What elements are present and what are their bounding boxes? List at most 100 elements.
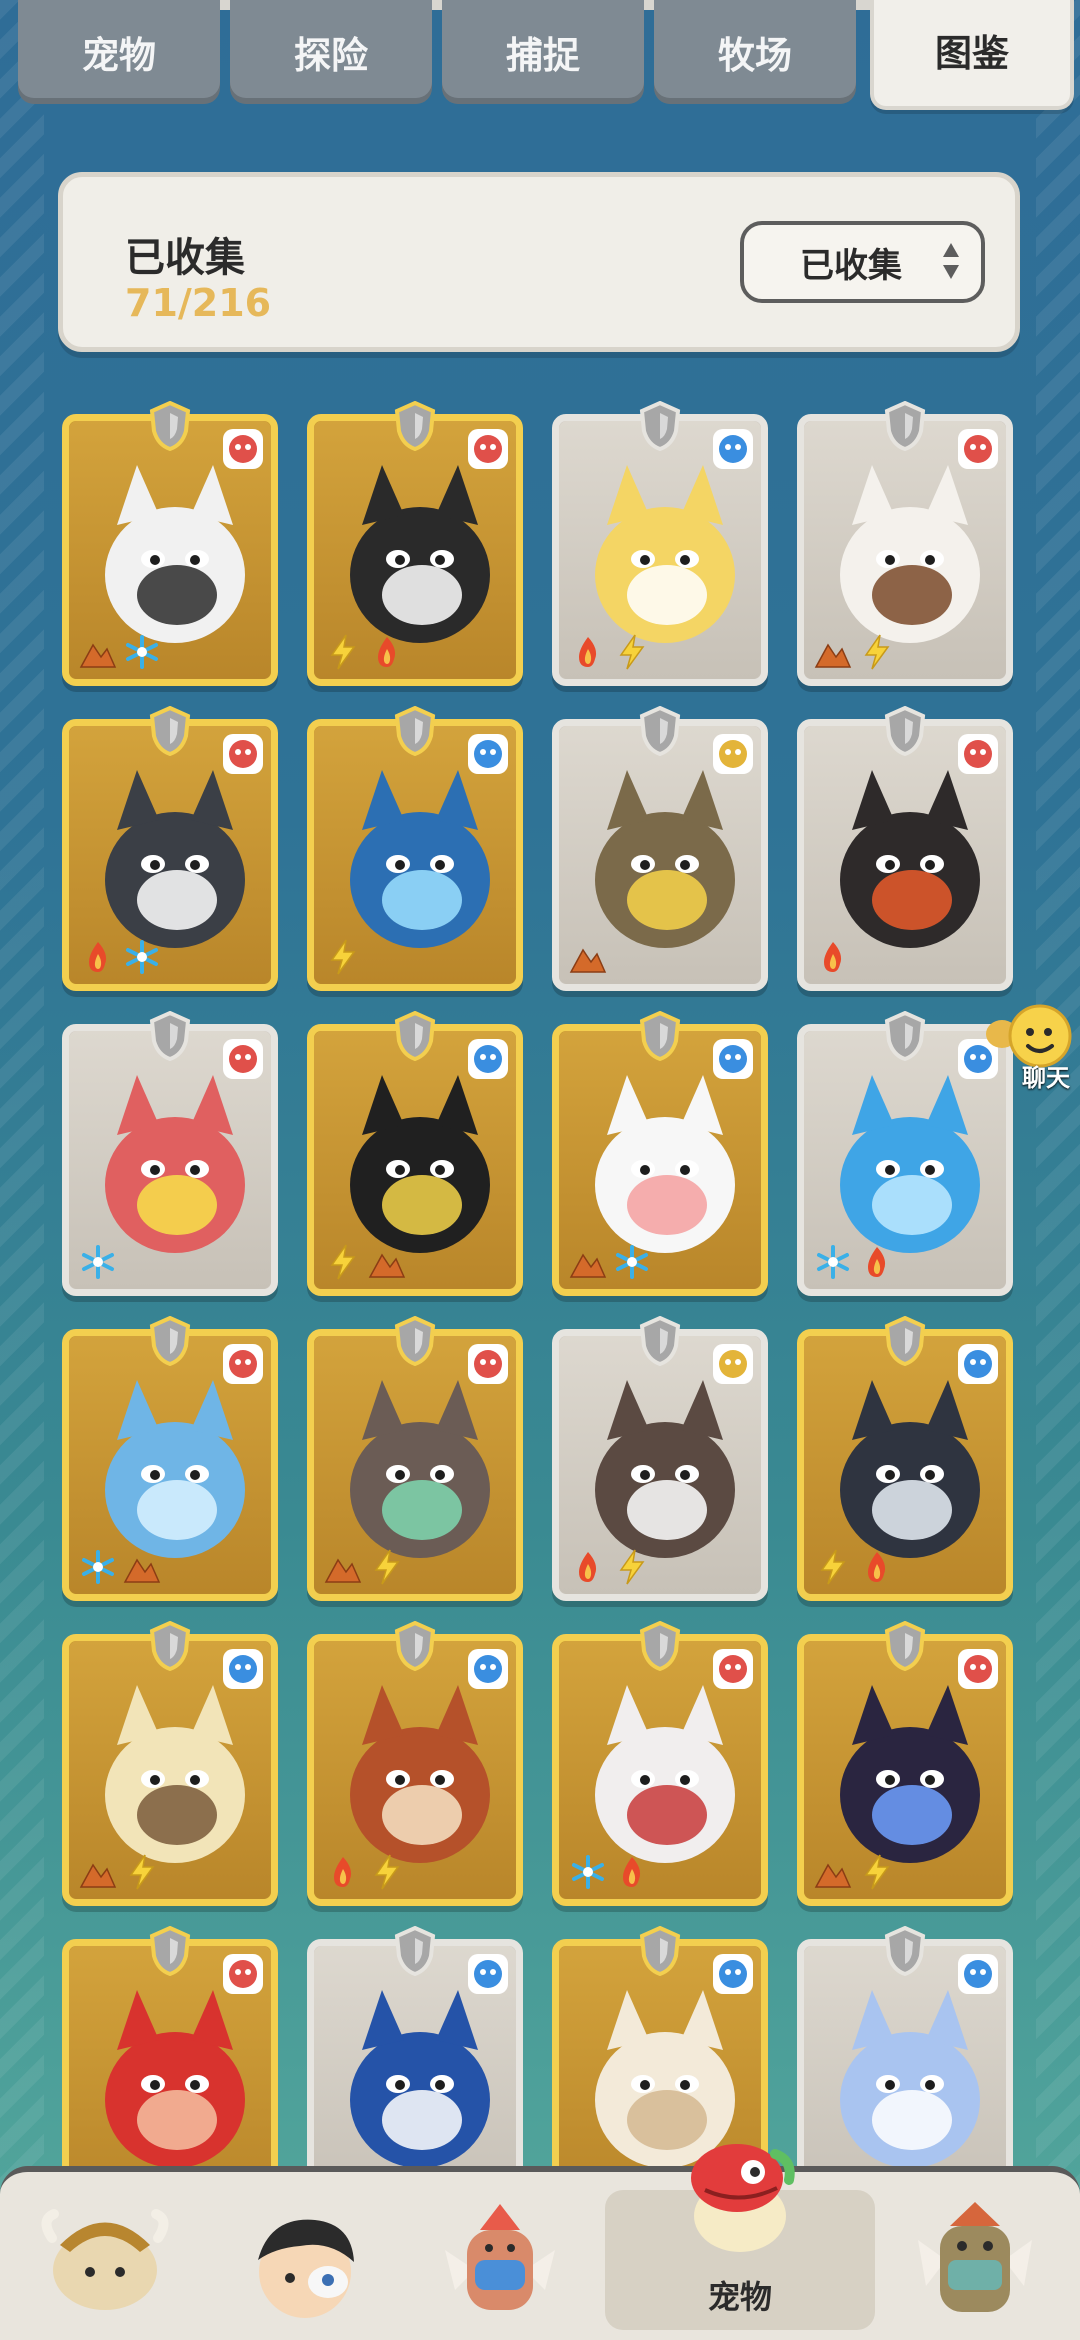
water-type-badge-icon: [468, 1039, 508, 1079]
electric-element-icon: [864, 634, 890, 670]
rank-shield-icon: [149, 1926, 191, 1976]
rank-shield-icon: [639, 1926, 681, 1976]
ice-element-icon: [572, 1855, 604, 1889]
pet-card-tengu-beast[interactable]: [62, 1011, 278, 1296]
nav-yak[interactable]: [30, 2190, 180, 2330]
pet-card-jackal-ninja[interactable]: [307, 401, 523, 686]
ice-element-icon: [817, 1245, 849, 1279]
rank-shield-icon: [884, 401, 926, 451]
water-type-badge-icon: [713, 429, 753, 469]
electric-element-icon: [864, 1854, 890, 1890]
pet-card-panda[interactable]: [62, 401, 278, 686]
rank-shield-icon: [639, 706, 681, 756]
pet-card-dark-wolf[interactable]: [62, 706, 278, 991]
dark-type-badge-icon: [713, 1344, 753, 1384]
fire-element-icon: [89, 942, 107, 972]
trainer-avatar-icon: [258, 2219, 354, 2318]
nav-totem[interactable]: [425, 2190, 575, 2330]
jackal-ninja-creature-icon: [350, 465, 490, 643]
ground-element-icon: [324, 1558, 362, 1583]
pet-card-ice-dragon[interactable]: [797, 1011, 1013, 1296]
pet-card-rock-lizard[interactable]: [552, 706, 768, 991]
pet-card-shadow-fox[interactable]: [797, 1316, 1013, 1601]
rank-shield-icon: [639, 1316, 681, 1366]
blue-penguin-creature-icon: [350, 1990, 490, 2168]
rank-shield-icon: [394, 401, 436, 451]
pet-card-ember-fox[interactable]: [307, 1621, 523, 1906]
dark-puff-creature-icon: [350, 1075, 490, 1253]
tengu-beast-creature-icon: [105, 1075, 245, 1253]
tab-pets[interactable]: 宠物: [18, 0, 220, 104]
ground-element-icon: [79, 643, 117, 668]
ground-element-icon: [814, 643, 852, 668]
nav-guardian[interactable]: [900, 2190, 1050, 2330]
rank-shield-icon: [639, 1011, 681, 1061]
pet-card-frost-dragon[interactable]: [62, 1316, 278, 1601]
water-type-badge-icon: [468, 734, 508, 774]
nav-trainer[interactable]: [230, 2190, 380, 2330]
pet-card-earth-dragon[interactable]: [307, 1316, 523, 1601]
pet-card-blue-dragon[interactable]: [307, 706, 523, 991]
rank-shield-icon: [639, 1621, 681, 1671]
pet-card-lava-dragon[interactable]: [797, 706, 1013, 991]
pet-card-sand-lion[interactable]: [62, 1621, 278, 1906]
electric-element-icon: [619, 1549, 645, 1585]
fire-element-icon: [579, 637, 597, 667]
nav-pets[interactable]: 宠物: [605, 2144, 875, 2330]
electric-element-icon: [820, 1549, 846, 1585]
blue-dragon-creature-icon: [350, 770, 490, 948]
ember-fox-creature-icon: [350, 1685, 490, 1863]
yak-creature-icon: [41, 2209, 169, 2310]
sort-arrows-icon: [943, 243, 959, 279]
rank-shield-icon: [394, 1621, 436, 1671]
rank-shield-icon: [394, 706, 436, 756]
collection-title: 已收集: [125, 235, 245, 281]
void-dragon-creature-icon: [840, 1685, 980, 1863]
tab-capture[interactable]: 捕捉: [442, 0, 644, 104]
top-tab-bar: 宠物 探险 捕捉 牧场 图鉴: [18, 0, 1074, 112]
fire-type-badge-icon: [223, 1954, 263, 1994]
ice-element-icon: [126, 940, 158, 974]
tab-label: 捕捉: [506, 34, 580, 77]
fire-type-badge-icon: [223, 429, 263, 469]
rank-shield-icon: [149, 1316, 191, 1366]
pet-dino-icon: [691, 2144, 795, 2252]
crimson-dragon-creature-icon: [105, 1990, 245, 2168]
blue-blob-creature-icon: [840, 1990, 980, 2168]
ground-element-icon: [123, 1558, 161, 1583]
tab-explore[interactable]: 探险: [230, 0, 432, 104]
rank-shield-icon: [149, 401, 191, 451]
shadow-fox-creature-icon: [840, 1380, 980, 1558]
fire-type-badge-icon: [468, 1344, 508, 1384]
water-type-badge-icon: [468, 1649, 508, 1689]
tab-ranch[interactable]: 牧场: [654, 0, 856, 104]
electric-element-icon: [374, 1854, 400, 1890]
pet-card-snow-puff[interactable]: [552, 1011, 768, 1296]
pet-card-stone-bear[interactable]: [552, 1316, 768, 1601]
tab-label: 牧场: [718, 34, 792, 77]
rank-shield-icon: [884, 1011, 926, 1061]
pet-card-yellow-bunny[interactable]: [552, 401, 768, 686]
tab-label: 探险: [294, 34, 368, 77]
fire-element-icon: [378, 637, 396, 667]
lava-dragon-creature-icon: [840, 770, 980, 948]
tab-label: 宠物: [82, 34, 156, 77]
pet-card-dark-puff[interactable]: [307, 1011, 523, 1296]
rank-shield-icon: [394, 1926, 436, 1976]
tab-encyclopedia[interactable]: 图鉴: [870, 0, 1074, 110]
pet-card-white-cat[interactable]: [797, 401, 1013, 686]
pet-card-white-wyvern[interactable]: [552, 1621, 768, 1906]
chat-label[interactable]: 聊天: [1022, 1058, 1070, 1093]
rank-shield-icon: [884, 1316, 926, 1366]
snow-puff-creature-icon: [595, 1075, 735, 1253]
dark-type-badge-icon: [713, 734, 753, 774]
collection-filter-dropdown[interactable]: 已收集: [740, 221, 985, 303]
stone-bear-creature-icon: [595, 1380, 735, 1558]
rank-shield-icon: [884, 1926, 926, 1976]
pet-card-void-dragon[interactable]: [797, 1621, 1013, 1906]
background-pattern-right: [1036, 0, 1080, 2340]
totem-creature-icon: [445, 2204, 555, 2310]
rank-shield-icon: [884, 706, 926, 756]
fire-type-badge-icon: [958, 734, 998, 774]
tab-label: 图鉴: [935, 32, 1009, 75]
